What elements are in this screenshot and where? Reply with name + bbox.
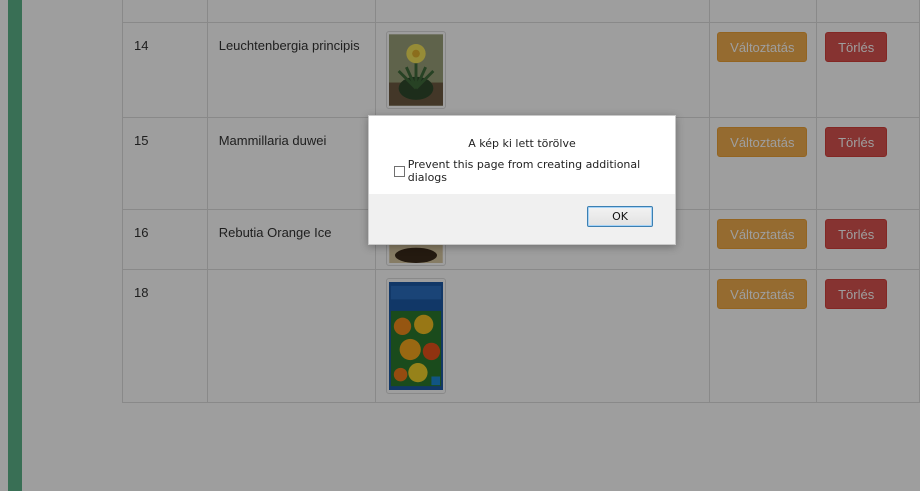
dialog-message: A kép ki lett törölve [468, 137, 576, 150]
prevent-dialogs-option[interactable]: Prevent this page from creating addition… [394, 158, 675, 184]
prevent-dialogs-checkbox[interactable] [394, 165, 405, 177]
dialog-footer: OK [369, 194, 675, 244]
modal-overlay [0, 0, 920, 491]
prevent-dialogs-label: Prevent this page from creating addition… [407, 158, 641, 184]
alert-dialog: A kép ki lett törölve Prevent this page … [368, 115, 676, 245]
ok-button[interactable]: OK [587, 206, 653, 227]
